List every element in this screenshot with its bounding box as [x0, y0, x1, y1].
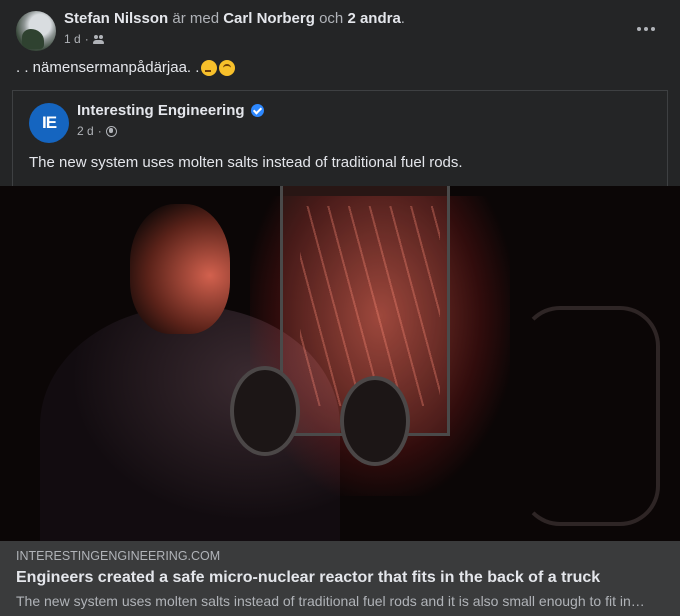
post-timestamp[interactable]: 1 d: [64, 32, 81, 46]
meta-dot: ·: [97, 124, 102, 138]
author-name[interactable]: Stefan Nilsson: [64, 10, 168, 27]
more-options-button[interactable]: [628, 14, 664, 44]
shared-meta: 2 d ·: [77, 124, 117, 138]
post-text-content: . . nämensermanpådärjaa. .: [16, 59, 200, 76]
meta-dot: ·: [84, 32, 89, 46]
post-meta: 1 d ·: [64, 32, 104, 46]
author-line: Stefan Nilsson är med Carl Norberg och 2…: [64, 10, 405, 28]
post-text: . . nämensermanpådärjaa. .: [16, 59, 236, 77]
link-domain: INTERESTINGENGINEERING.COM: [16, 549, 221, 563]
page-name-row: Interesting Engineering: [77, 102, 264, 119]
tagged-others[interactable]: 2 andra: [347, 10, 400, 27]
author-avatar[interactable]: [16, 11, 56, 51]
link-image[interactable]: [0, 186, 680, 541]
link-description: The new system uses molten salts instead…: [16, 593, 648, 609]
tagged-person[interactable]: Carl Norberg: [223, 10, 315, 27]
page-logo[interactable]: IE: [29, 103, 69, 143]
and-text: och: [319, 10, 344, 27]
with-text: är med: [172, 10, 220, 27]
upside-down-face-emoji: [219, 60, 236, 76]
link-preview[interactable]: INTERESTINGENGINEERING.COM Engineers cre…: [0, 541, 680, 616]
feed-post: Stefan Nilsson är med Carl Norberg och 2…: [0, 0, 680, 616]
page-name[interactable]: Interesting Engineering: [77, 102, 245, 119]
thinking-face-emoji: [201, 60, 218, 76]
link-title[interactable]: Engineers created a safe micro-nuclear r…: [16, 569, 600, 587]
shared-post[interactable]: IE Interesting Engineering 2 d · The new…: [12, 90, 668, 186]
friends-icon[interactable]: [92, 34, 104, 45]
more-dots-icon: [637, 27, 641, 31]
verified-badge-icon: [250, 104, 264, 117]
shared-timestamp[interactable]: 2 d: [77, 124, 94, 138]
globe-icon[interactable]: [105, 125, 117, 137]
shared-text: The new system uses molten salts instead…: [29, 154, 463, 171]
period: .: [400, 10, 405, 27]
